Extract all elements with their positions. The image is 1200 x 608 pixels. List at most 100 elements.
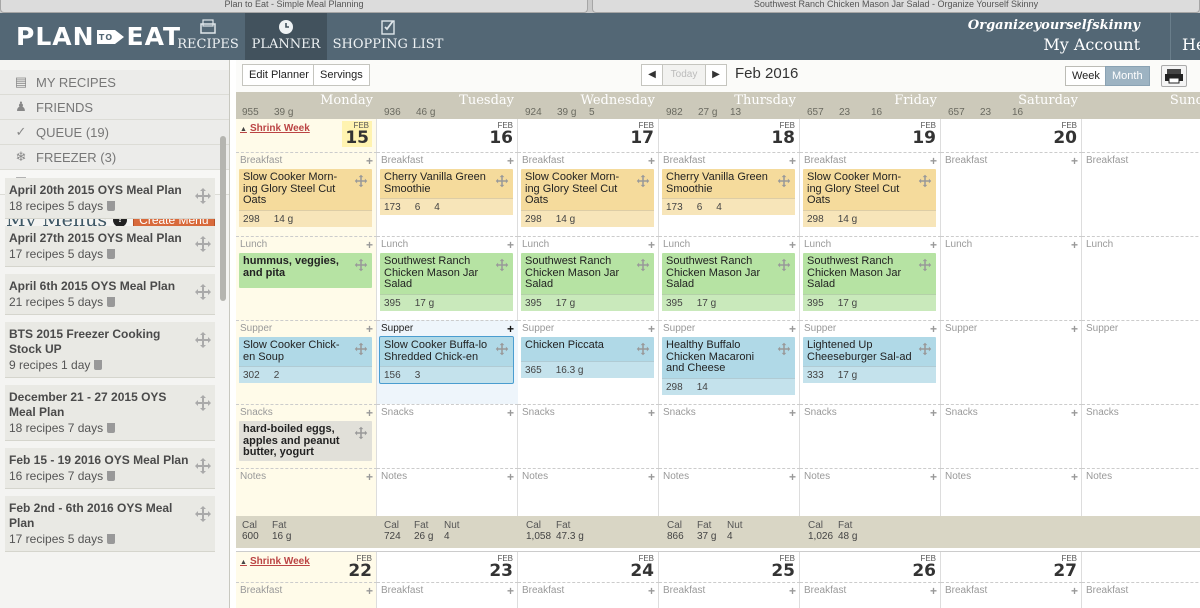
recipe-card[interactable]: Cherry Vanilla Green Smoothie 173 6 4 [662, 169, 795, 215]
recipe-card[interactable]: Slow Cooker Morn-ing Glory Steel Cut Oat… [239, 169, 372, 227]
add-recipe-icon[interactable]: + [1071, 154, 1078, 168]
nav-planner[interactable]: PLANNER [245, 13, 327, 60]
breakfast-slot[interactable]: Breakfast + Slow Cooker Morn-ing Glory St… [236, 152, 377, 236]
browser-tab[interactable]: Plan to Eat - Simple Meal Planning [0, 0, 588, 13]
trash-icon[interactable] [107, 471, 116, 481]
recipe-card[interactable]: Southwest Ranch Chicken Mason Jar Salad … [380, 253, 513, 311]
lunch-slot[interactable]: Lunch + Southwest Ranch Chicken Mason Jar… [659, 236, 800, 320]
today-button[interactable]: Today [663, 64, 705, 86]
week-view-toggle[interactable]: Week [1065, 66, 1107, 86]
nav-recipes[interactable]: RECIPES [172, 13, 244, 60]
breakfast-slot[interactable]: Breakfast + Cherry Vanilla Green Smoothie… [659, 152, 800, 236]
breakfast-slot[interactable]: Breakfast + Cherry Vanilla Green Smoothie… [377, 152, 518, 236]
supper-slot[interactable]: Supper + Slow Cooker Buffa-lo Shredded Ch… [377, 320, 518, 404]
add-recipe-icon[interactable]: + [507, 154, 514, 168]
notes-slot[interactable]: Notes [1082, 468, 1200, 516]
move-handle-icon[interactable] [636, 342, 650, 356]
add-recipe-icon[interactable]: + [930, 322, 937, 336]
snacks-slot[interactable]: Snacks + [941, 404, 1082, 468]
add-recipe-icon[interactable]: + [930, 406, 937, 420]
breakfast-slot[interactable]: Breakfast + [941, 152, 1082, 236]
snacks-slot[interactable]: Snacks + hard-boiled eggs, apples and pea… [236, 404, 377, 468]
add-recipe-icon[interactable]: + [1071, 322, 1078, 336]
add-note-icon[interactable]: + [648, 470, 655, 484]
move-handle-icon[interactable] [636, 174, 650, 188]
menu-card[interactable]: Feb 2nd - 6th 2016 OYS Meal Plan 17 reci… [5, 496, 215, 552]
supper-slot[interactable]: Supper + Healthy Buffalo Chicken Macaroni… [659, 320, 800, 404]
note-card[interactable]: hummus, veggies, and pita [239, 253, 372, 288]
notes-slot[interactable]: Notes + [377, 468, 518, 516]
move-handle-icon[interactable] [495, 342, 509, 356]
lunch-slot[interactable]: Lunch + [941, 236, 1082, 320]
recipe-card[interactable]: Slow Cooker Morn-ing Glory Steel Cut Oat… [521, 169, 654, 227]
breakfast-slot[interactable]: Breakfast + [941, 582, 1082, 608]
add-recipe-icon[interactable]: + [507, 584, 514, 598]
snacks-slot[interactable]: Snacks + [518, 404, 659, 468]
breakfast-slot[interactable]: Breakfast + [236, 582, 377, 608]
sidebar-item-queue[interactable]: ✓ QUEUE (19) [0, 120, 229, 145]
add-recipe-icon[interactable]: + [648, 584, 655, 598]
supper-slot[interactable]: Supper + Lightened Up Cheeseburger Sal-ad… [800, 320, 941, 404]
menu-card[interactable]: Feb 15 - 19 2016 OYS Meal Plan 16 recipe… [5, 448, 215, 489]
recipe-card[interactable]: Southwest Ranch Chicken Mason Jar Salad … [662, 253, 795, 311]
recipe-card[interactable]: Slow Cooker Chick-en Soup 302 2 [239, 337, 372, 383]
breakfast-slot[interactable]: Breakfast + [377, 582, 518, 608]
trash-icon[interactable] [107, 423, 116, 433]
breakfast-slot[interactable]: Breakfast + [659, 582, 800, 608]
snacks-slot[interactable]: Snacks + [377, 404, 518, 468]
menu-card[interactable]: April 27th 2015 OYS Meal Plan 17 recipes… [5, 226, 215, 267]
menu-card[interactable]: BTS 2015 Freezer Cooking Stock UP 9 reci… [5, 322, 215, 378]
add-recipe-icon[interactable]: + [366, 584, 373, 598]
breakfast-slot[interactable]: Breakfast + [800, 582, 941, 608]
sidebar-item-my-recipes[interactable]: ▤ MY RECIPES [0, 70, 229, 95]
add-recipe-icon[interactable]: + [930, 238, 937, 252]
add-recipe-icon[interactable]: + [789, 584, 796, 598]
trash-icon[interactable] [107, 201, 116, 211]
notes-slot[interactable]: Notes + [800, 468, 941, 516]
supper-slot[interactable]: Supper [1082, 320, 1200, 404]
move-handle-icon[interactable] [354, 174, 368, 188]
add-recipe-icon[interactable]: + [789, 154, 796, 168]
logo[interactable]: PLAN TO EAT [16, 21, 181, 51]
add-recipe-icon[interactable]: + [366, 238, 373, 252]
drag-handle-icon[interactable] [194, 457, 212, 475]
recipe-card[interactable]: Lightened Up Cheeseburger Sal-ad 333 17 g [803, 337, 936, 383]
drag-handle-icon[interactable] [194, 505, 212, 523]
menu-card[interactable]: December 21 - 27 2015 OYS Meal Plan 18 r… [5, 385, 215, 441]
trash-icon[interactable] [107, 534, 116, 544]
add-recipe-icon[interactable]: + [789, 322, 796, 336]
recipe-card[interactable]: Chicken Piccata 365 16.3 g [521, 337, 654, 378]
trash-icon[interactable] [94, 360, 103, 370]
move-handle-icon[interactable] [918, 174, 932, 188]
supper-slot[interactable]: Supper + [941, 320, 1082, 404]
move-handle-icon[interactable] [777, 174, 791, 188]
add-recipe-icon[interactable]: + [507, 406, 514, 420]
move-handle-icon[interactable] [777, 342, 791, 356]
drag-handle-icon[interactable] [194, 187, 212, 205]
breakfast-slot[interactable]: Breakfast [1082, 152, 1200, 236]
breakfast-slot[interactable]: Breakfast [1082, 582, 1200, 608]
add-recipe-icon[interactable]: + [648, 406, 655, 420]
add-recipe-icon[interactable]: + [648, 154, 655, 168]
move-handle-icon[interactable] [918, 342, 932, 356]
move-handle-icon[interactable] [354, 426, 368, 440]
shrink-week-link[interactable]: ▲ Shrink Week [240, 123, 310, 134]
sidebar-item-friends[interactable]: ♟ FRIENDS [0, 95, 229, 120]
add-recipe-icon[interactable]: + [1071, 238, 1078, 252]
note-card[interactable]: hard-boiled eggs, apples and peanut butt… [239, 421, 372, 461]
add-recipe-icon[interactable]: + [930, 154, 937, 168]
lunch-slot[interactable]: Lunch [1082, 236, 1200, 320]
move-handle-icon[interactable] [354, 342, 368, 356]
account-menu[interactable]: Organizeyourselfskinny My Account [968, 18, 1140, 54]
trash-icon[interactable] [107, 297, 116, 307]
sidebar-scrollbar[interactable] [220, 136, 226, 301]
move-handle-icon[interactable] [777, 258, 791, 272]
move-handle-icon[interactable] [918, 258, 932, 272]
sidebar-item-freezer[interactable]: ❄ FREEZER (3) [0, 145, 229, 170]
supper-slot[interactable]: Supper + Chicken Piccata 365 16.3 g [518, 320, 659, 404]
servings-button[interactable]: Servings [313, 64, 370, 86]
help-menu[interactable]: He [1170, 13, 1200, 60]
drag-handle-icon[interactable] [194, 283, 212, 301]
print-button[interactable] [1161, 65, 1187, 87]
move-handle-icon[interactable] [354, 258, 368, 272]
